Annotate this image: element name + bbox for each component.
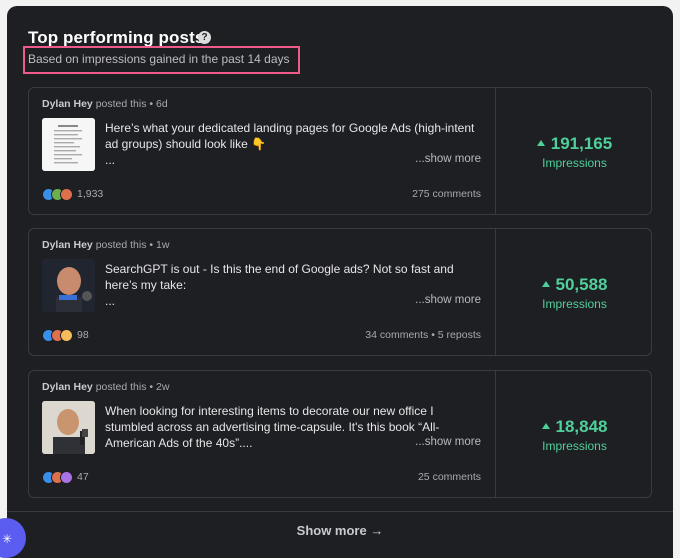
- post-card[interactable]: Dylan Hey posted this • 1w SearchGPT is …: [28, 228, 652, 356]
- engagement-count[interactable]: 275 comments: [412, 188, 481, 200]
- post-text: SearchGPT is out - Is this the end of Go…: [105, 262, 454, 292]
- author-name[interactable]: Dylan Hey: [42, 239, 93, 251]
- show-more-link[interactable]: ...show more: [415, 153, 481, 165]
- support-icon: [60, 471, 73, 484]
- impressions-value: 18,848: [496, 417, 653, 437]
- post-age: posted this • 2w: [92, 381, 170, 393]
- impressions-label: Impressions: [542, 297, 607, 311]
- impressions-label: Impressions: [542, 156, 607, 170]
- impressions-value: 191,165: [496, 134, 653, 154]
- impressions-value: 50,588: [496, 275, 653, 295]
- reaction-count[interactable]: 1,933: [77, 188, 103, 200]
- show-more-link[interactable]: ...show more: [415, 294, 481, 306]
- post-thumbnail-photo[interactable]: [42, 401, 95, 454]
- post-thumbnail-document[interactable]: [42, 118, 95, 171]
- post-text: Here’s what your dedicated landing pages…: [105, 121, 475, 151]
- show-more-link[interactable]: ...show more: [415, 436, 481, 448]
- post-ellipsis: ...: [105, 153, 116, 167]
- author-name[interactable]: Dylan Hey: [42, 98, 93, 110]
- trend-up-icon: [541, 423, 550, 429]
- sparkle-icon: ✳: [2, 532, 13, 546]
- love-icon: [60, 188, 73, 201]
- post-age: posted this • 6d: [92, 98, 168, 110]
- impressions-stat: 50,588 Impressions: [496, 229, 653, 357]
- impressions-stat: 18,848 Impressions: [496, 371, 653, 499]
- post-meta: Dylan Hey posted this • 1w: [42, 239, 169, 251]
- trend-up-icon: [536, 140, 545, 146]
- post-card[interactable]: Dylan Hey posted this • 2w When looking …: [28, 370, 652, 498]
- post-meta: Dylan Hey posted this • 6d: [42, 98, 168, 110]
- post-thumbnail-video[interactable]: [42, 259, 95, 312]
- impressions-label: Impressions: [542, 439, 607, 453]
- help-icon[interactable]: ?: [198, 31, 211, 44]
- engagement-count[interactable]: 25 comments: [418, 471, 481, 483]
- post-age: posted this • 1w: [92, 239, 170, 251]
- engagement-count[interactable]: 34 comments • 5 reposts: [365, 329, 481, 341]
- post-card[interactable]: Dylan Hey posted this • 6d Here’s what y…: [28, 87, 652, 215]
- insight-icon: [60, 329, 73, 342]
- reaction-count[interactable]: 47: [77, 471, 89, 483]
- top-posts-panel: Top performing posts ? Based on impressi…: [7, 6, 673, 558]
- trend-up-icon: [541, 281, 550, 287]
- reaction-count[interactable]: 98: [77, 329, 89, 341]
- panel-title: Top performing posts: [28, 28, 205, 47]
- footer-divider: [7, 511, 673, 512]
- panel-subtitle: Based on impressions gained in the past …: [28, 52, 290, 66]
- post-meta: Dylan Hey posted this • 2w: [42, 381, 169, 393]
- post-ellipsis: ...: [105, 294, 116, 308]
- show-more-button[interactable]: Show more →: [7, 523, 673, 538]
- impressions-stat: 191,165 Impressions: [496, 88, 653, 216]
- author-name[interactable]: Dylan Hey: [42, 381, 93, 393]
